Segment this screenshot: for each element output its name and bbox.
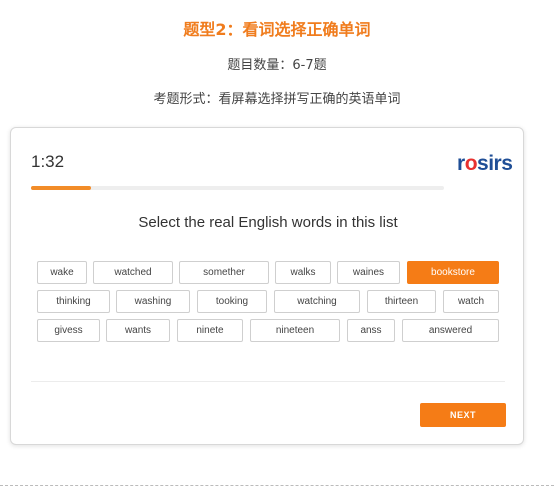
word-option[interactable]: givess <box>37 319 100 342</box>
logo-text-rest: sirs <box>477 152 513 175</box>
word-row-3: givess wants ninete nineteen anss answer… <box>37 319 499 342</box>
question-format: 考题形式：看屏幕选择拼写正确的英语单词 <box>153 92 401 107</box>
word-option[interactable]: thirteen <box>367 290 436 313</box>
word-row-2: thinking washing tooking watching thirte… <box>37 290 499 313</box>
progress-bar <box>31 186 444 190</box>
page-title: 题型2：看词选择正确单词 <box>183 20 371 39</box>
word-option[interactable]: wake <box>37 261 87 284</box>
section-divider <box>0 485 554 486</box>
word-option[interactable]: somether <box>179 261 269 284</box>
word-option[interactable]: nineteen <box>250 319 340 342</box>
divider <box>31 381 505 382</box>
word-option[interactable]: answered <box>402 319 499 342</box>
word-option[interactable]: watching <box>274 290 360 313</box>
word-option[interactable]: wants <box>106 319 170 342</box>
question-count: 题目数量：6-7题 <box>227 58 327 73</box>
logo-text-r: r <box>457 152 465 175</box>
word-grid: wake watched somether walks waines books… <box>37 261 499 348</box>
word-option[interactable]: anss <box>347 319 395 342</box>
word-option[interactable]: thinking <box>37 290 110 313</box>
question-prompt: Select the real English words in this li… <box>138 214 398 231</box>
word-option-selected[interactable]: bookstore <box>407 261 499 284</box>
word-option[interactable]: walks <box>275 261 331 284</box>
quiz-card: 1:32 rosirs Select the real English word… <box>10 127 524 445</box>
word-option[interactable]: watch <box>443 290 499 313</box>
progress-fill <box>31 186 91 190</box>
word-option[interactable]: tooking <box>197 290 267 313</box>
timer: 1:32 <box>31 152 65 171</box>
logo-text-o: o <box>464 152 478 175</box>
rosirs-logo: rosirs <box>457 152 513 176</box>
word-option[interactable]: ninete <box>177 319 243 342</box>
word-option[interactable]: washing <box>116 290 190 313</box>
next-button[interactable]: NEXT <box>420 403 506 427</box>
word-row-1: wake watched somether walks waines books… <box>37 261 499 284</box>
word-option[interactable]: watched <box>93 261 173 284</box>
word-option[interactable]: waines <box>337 261 400 284</box>
